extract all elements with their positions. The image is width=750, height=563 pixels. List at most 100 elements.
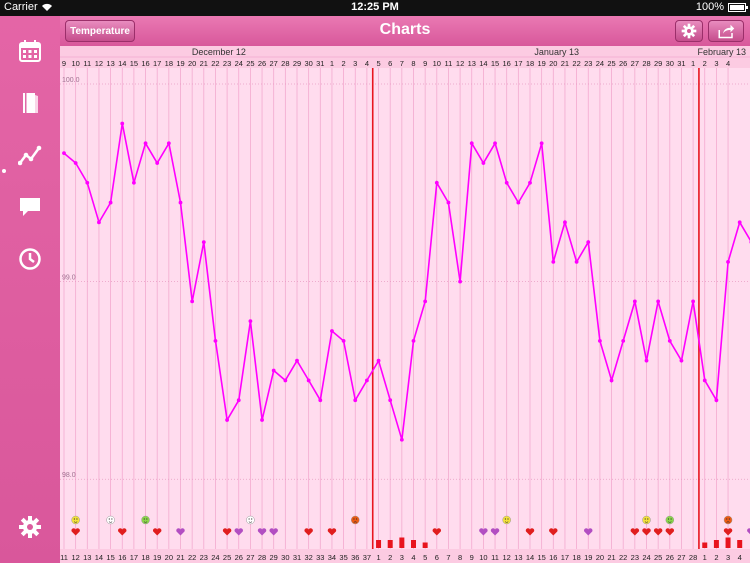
date-label: 9 — [62, 59, 66, 68]
temperature-point — [388, 398, 393, 403]
temperature-point — [458, 279, 462, 284]
y-tick-label: 98.0 — [62, 472, 76, 479]
date-label: 24 — [235, 59, 243, 68]
temperature-point — [318, 398, 323, 403]
cycle-day-label: 3 — [400, 553, 404, 562]
temperature-point — [248, 319, 253, 324]
calendar-button[interactable] — [15, 36, 45, 66]
share-button[interactable] — [708, 20, 744, 42]
date-label: 4 — [726, 59, 730, 68]
date-label: 29 — [293, 59, 301, 68]
date-label: 2 — [342, 59, 346, 68]
date-label: 17 — [153, 59, 161, 68]
mood-happy-green-icon — [141, 515, 150, 525]
date-label: 15 — [130, 59, 138, 68]
temperature-point — [516, 200, 521, 205]
period-bar — [737, 540, 743, 548]
temperature-point — [341, 339, 346, 343]
temperature-point — [201, 240, 206, 244]
temperature-point — [260, 418, 264, 422]
date-label: 26 — [619, 59, 627, 68]
temperature-point — [353, 398, 358, 403]
cycle-day-label: 2 — [714, 553, 718, 562]
period-bar — [411, 540, 416, 548]
temperature-point — [481, 161, 486, 165]
cycle-day-label: 24 — [211, 553, 219, 562]
temperature-point — [726, 259, 730, 264]
history-button[interactable] — [15, 244, 45, 274]
charts-button[interactable] — [15, 140, 45, 170]
cycle-day-label: 7 — [446, 553, 450, 562]
temperature-point — [656, 299, 661, 304]
cycle-day-label: 32 — [304, 553, 312, 562]
date-label: 19 — [537, 59, 545, 68]
date-label: 22 — [572, 59, 580, 68]
temperature-point — [551, 259, 556, 264]
temperature-point — [702, 378, 707, 383]
temperature-point — [679, 358, 684, 363]
date-label: 18 — [526, 59, 534, 68]
date-label: 4 — [365, 59, 369, 68]
cycle-day-label: 20 — [165, 553, 173, 562]
cycle-day-label: 11 — [491, 553, 499, 562]
date-label: 20 — [188, 59, 196, 68]
temperature-point — [108, 200, 113, 205]
temperature-point — [213, 339, 218, 343]
period-bar — [702, 542, 708, 548]
cycle-day-label: 14 — [526, 553, 534, 562]
date-label: 31 — [677, 59, 685, 68]
date-label: 26 — [258, 59, 266, 68]
active-indicator — [2, 169, 6, 173]
cycle-day-label: 3 — [726, 553, 730, 562]
gear-icon — [681, 23, 697, 39]
battery-icon — [728, 3, 748, 12]
chart-settings-button[interactable] — [675, 20, 703, 42]
temperature-chart[interactable]: December 12 January 13 February 13 9 10 11 12… — [60, 46, 750, 563]
date-label: 23 — [584, 59, 592, 68]
cycle-day-label: 28 — [689, 553, 697, 562]
cycle-day-label: 12 — [71, 553, 79, 562]
temperature-point — [143, 141, 148, 146]
temperature-point — [539, 141, 544, 146]
date-label: 13 — [468, 59, 476, 68]
page-title: Charts — [379, 21, 431, 38]
date-label: 12 — [456, 59, 464, 68]
period-bar — [422, 542, 428, 548]
cycle-day-label: 22 — [188, 553, 196, 562]
date-label: 11 — [445, 59, 453, 68]
cycle-day-label: 23 — [631, 553, 639, 562]
date-label: 18 — [165, 59, 173, 68]
date-label: 19 — [176, 59, 184, 68]
temperature-point — [283, 378, 288, 383]
date-label: 23 — [223, 59, 231, 68]
cycle-day-label: 21 — [607, 553, 615, 562]
date-label: 16 — [141, 59, 149, 68]
temperature-point — [434, 180, 439, 185]
date-label: 28 — [642, 59, 650, 68]
cycle-day-label: 4 — [738, 553, 742, 562]
status-bar: Carrier 12:25 PM 100% — [0, 0, 750, 16]
temperature-point — [399, 437, 404, 442]
month-label: December 12 — [192, 47, 246, 57]
date-label: 27 — [631, 59, 639, 68]
temperature-point — [586, 240, 591, 244]
notes-button[interactable] — [15, 192, 45, 222]
cycle-day-label: 9 — [470, 553, 474, 562]
date-label: 16 — [503, 59, 511, 68]
mood-angry-icon — [351, 515, 360, 525]
notebook-button[interactable] — [15, 88, 45, 118]
cycle-day-label: 17 — [130, 553, 138, 562]
temperature-point — [504, 180, 509, 185]
date-label: 25 — [607, 59, 615, 68]
cycle-day-label: 27 — [246, 553, 254, 562]
cycle-day-label: 19 — [584, 553, 592, 562]
period-bar — [387, 540, 393, 548]
share-icon — [718, 24, 735, 38]
temperature-point — [376, 358, 381, 363]
calendar-icon — [19, 40, 41, 62]
settings-button[interactable] — [15, 512, 45, 542]
date-label: 14 — [118, 59, 126, 68]
temperature-point — [632, 299, 637, 304]
temperature-point — [190, 299, 195, 304]
cycle-day-label: 19 — [153, 553, 161, 562]
